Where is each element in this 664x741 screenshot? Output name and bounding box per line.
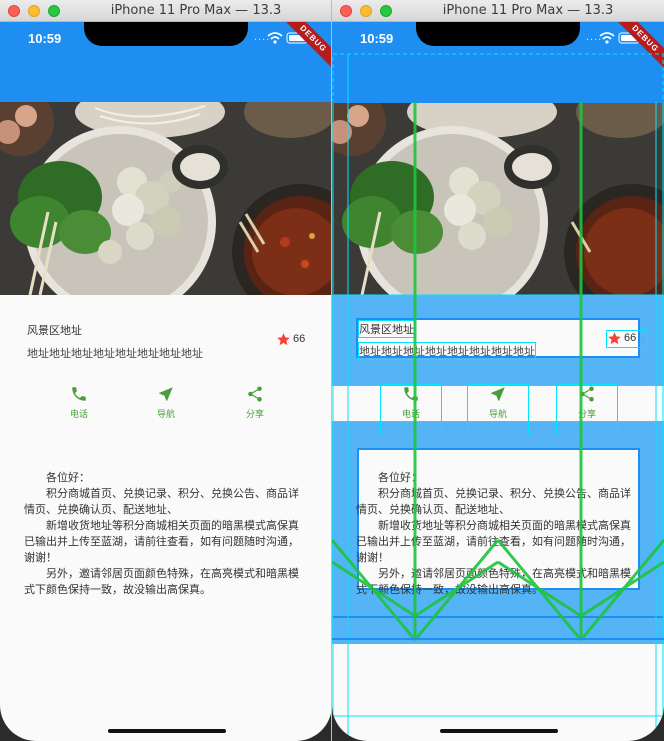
call-button-label: 电话 [69,409,88,419]
navigate-button-label: 导航 [488,409,507,419]
star-icon[interactable] [607,331,622,346]
navigation-icon [159,387,173,401]
share-button-label: 分享 [245,409,264,419]
status-time: 10:59 [28,31,62,46]
device-notch [84,22,248,46]
share-icon [248,386,262,402]
simulator-window-right: iPhone 11 Pro Max — 13.3 10:59 .... DEBU… [332,0,664,741]
wifi-icon [267,32,283,44]
favorite-widget[interactable]: 66 [276,332,316,348]
button-section: 电话 导航 分享 [0,385,331,439]
phone-screen: 10:59 .... DEBUG 风景区地址 地址地址地址地址地址地址地址地址 … [332,22,664,741]
phone-icon [404,387,418,401]
text-section: 各位好： 积分商城首页、兑换记录、积分、兑换公告、商品详情页、兑换确认页、配送地… [24,470,302,615]
call-button-label: 电话 [401,409,420,419]
window-titlebar[interactable]: iPhone 11 Pro Max — 13.3 [0,0,331,22]
paragraph-text: 新增收货地址等积分商城相关页面的暗黑模式高保真已输出并上传至蓝湖，请前往查看，如… [24,520,299,564]
favorite-count: 66 [293,333,306,345]
phone-icon [72,387,86,401]
call-button[interactable]: 电话 [49,385,109,435]
paragraph-text: 积分商城首页、兑换记录、积分、兑换公告、商品详情页、兑换确认页、配送地址、 [356,488,631,516]
navigate-button[interactable]: 导航 [467,384,529,436]
paragraph-text: 另外，邀请邻居页面颜色特殊，在高亮模式和暗黑模式下颜色保持一致，故没输出高保真。 [356,568,631,596]
call-button[interactable]: 电话 [380,384,442,436]
share-button[interactable]: 分享 [225,385,285,435]
place-name: 风景区地址 [358,320,415,338]
favorite-count: 66 [624,332,637,344]
food-photo-image [0,102,331,295]
navigate-button-label: 导航 [156,409,175,419]
place-address: 地址地址地址地址地址地址地址地址 [358,342,536,360]
minimize-window-button[interactable] [360,5,372,17]
favorite-widget[interactable]: 66 [606,330,648,348]
debug-banner: DEBUG [611,22,664,73]
text-section: 各位好： 积分商城首页、兑换记录、积分、兑换公告、商品详情页、兑换确认页、配送地… [356,470,634,615]
zoom-window-button[interactable] [380,5,392,17]
greeting-text: 各位好： [46,472,90,484]
device-notch [416,22,580,46]
window-title: iPhone 11 Pro Max — 13.3 [110,3,282,18]
close-window-button[interactable] [340,5,352,17]
paragraph-text: 积分商城首页、兑换记录、积分、兑换公告、商品详情页、兑换确认页、配送地址、 [24,488,299,516]
navigate-button[interactable]: 导航 [136,385,196,435]
title-section: 风景区地址 地址地址地址地址地址地址地址地址 66 [332,295,664,385]
minimize-window-button[interactable] [28,5,40,17]
paragraph-text: 新增收货地址等积分商城相关页面的暗黑模式高保真已输出并上传至蓝湖，请前往查看，如… [356,520,631,564]
debug-banner: DEBUG [279,22,331,73]
paragraph-text: 另外，邀请邻居页面颜色特殊，在高亮模式和暗黑模式下颜色保持一致，故没输出高保真。 [24,568,299,596]
app-bar: 10:59 .... DEBUG [332,22,664,102]
title-section: 风景区地址 地址地址地址地址地址地址地址地址 66 [0,295,331,385]
window-title: iPhone 11 Pro Max — 13.3 [442,3,614,18]
wifi-icon [599,32,615,44]
share-button[interactable]: 分享 [556,384,618,436]
button-section: 电话 导航 分享 [332,384,664,439]
navigation-icon [491,387,505,401]
place-address: 地址地址地址地址地址地址地址地址 [27,348,203,360]
home-indicator[interactable] [440,729,558,733]
home-indicator[interactable] [108,729,226,733]
place-name: 风景区地址 [27,325,82,337]
status-time: 10:59 [360,31,394,46]
phone-screen: 10:59 .... DEBUG 风景区地址 地址地址地址地址地址地址地址地址 … [0,22,331,741]
food-photo-image [332,102,664,295]
simulator-window-left: iPhone 11 Pro Max — 13.3 10:59 .... DEBU… [0,0,332,741]
zoom-window-button[interactable] [48,5,60,17]
window-titlebar[interactable]: iPhone 11 Pro Max — 13.3 [332,0,664,22]
greeting-text: 各位好： [378,472,422,484]
share-button-label: 分享 [577,409,596,419]
star-icon[interactable] [276,332,291,347]
close-window-button[interactable] [8,5,20,17]
app-bar: 10:59 .... DEBUG [0,22,331,102]
share-icon [580,386,594,402]
